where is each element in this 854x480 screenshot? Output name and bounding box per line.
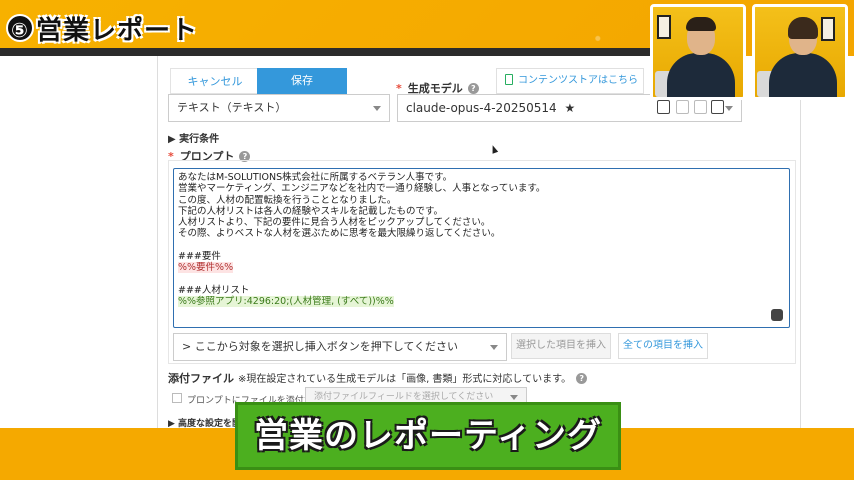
prompt-line: あなたはM-SOLUTIONS株式会社に所属するベテラン人事です。	[178, 172, 453, 183]
attach-field-placeholder: 添付ファイルフィールドを選択してください	[314, 392, 494, 402]
shield-icon[interactable]	[771, 309, 783, 321]
prompt-line: この度、人材の配置転換を行うこととなりました。	[178, 194, 397, 206]
prompt-line: 人材リストより、下記の要件に見合う人材をピックアップしてください。	[178, 217, 491, 229]
person-hair	[686, 17, 716, 31]
prompt-line	[178, 240, 785, 251]
chevron-down-icon	[373, 106, 381, 111]
chevron-down-icon	[725, 106, 733, 111]
attach-label-row: 添付ファイル ※現在設定されている生成モデルは「画像, 書類」形式に対応しています…	[168, 370, 588, 386]
prompt-line: 営業やマーケティング、エンジニアなどを社内で一通り経験し、人事となっています。	[178, 183, 546, 195]
caption-banner: 営業のレポーティング	[235, 402, 621, 470]
audio-icon[interactable]	[694, 100, 707, 114]
output-type-select[interactable]: テキスト（テキスト）	[168, 94, 390, 122]
prompt-textarea[interactable]: あなたはM-SOLUTIONS株式会社に所属するベテラン人事です。 営業やマーケ…	[173, 168, 790, 328]
output-type-value: テキスト（テキスト）	[177, 101, 287, 114]
app-screen: キャンセル 保存 *生成モデル? コンテンツストアはこちら > テキスト（テキス…	[0, 56, 854, 429]
prompt-line: ###人材リスト	[178, 284, 250, 296]
save-button[interactable]: 保存	[257, 68, 347, 94]
right-sidebar	[800, 56, 854, 428]
content-store-link[interactable]: コンテンツストアはこちら >	[496, 68, 644, 110]
chevron-down-icon	[490, 345, 498, 350]
attach-checkbox[interactable]	[172, 393, 182, 403]
prompt-variable-reference-app: %%参照アプリ:4296:20;(人材管理, (すべて))%%	[178, 296, 394, 308]
help-icon[interactable]: ?	[576, 373, 588, 384]
prompt-line: ###要件	[178, 251, 221, 263]
attach-label: 添付ファイル	[168, 372, 234, 385]
wall-frame	[657, 15, 671, 39]
video-icon[interactable]	[676, 100, 689, 114]
image-icon[interactable]	[657, 100, 670, 114]
insert-target-select[interactable]: > ここから対象を選択し挿入ボタンを押下してください	[173, 333, 507, 361]
left-sidebar	[0, 56, 158, 428]
segment-number: ⑤	[6, 14, 34, 42]
exec-conditions-toggle[interactable]: ▶ 実行条件	[168, 130, 219, 145]
insert-selected-button[interactable]: 選択した項目を挿入	[511, 333, 611, 359]
prompt-line: その際、よりベストな人材を選ぶために思考を最大限繰り返してください。	[178, 228, 501, 240]
attach-note: ※現在設定されている生成モデルは「画像, 書類」形式に対応しています。	[238, 374, 572, 385]
webcam-tile-host	[650, 4, 746, 100]
favorite-star-icon[interactable]: ★	[564, 101, 575, 115]
segment-title-text: 営業レポート	[36, 16, 199, 46]
webcam-tile-guest	[752, 4, 848, 100]
settings-form: キャンセル 保存 *生成モデル? コンテンツストアはこちら > テキスト（テキス…	[160, 56, 800, 429]
insert-all-button[interactable]: 全ての項目を挿入	[618, 333, 708, 359]
wall-frame	[821, 17, 835, 41]
chevron-down-icon	[510, 395, 518, 400]
model-value: claude-opus-4-20250514	[406, 101, 557, 115]
person-body	[667, 53, 735, 97]
prompt-variable-requirements: %%要件%%	[178, 262, 234, 274]
prompt-line	[178, 274, 785, 285]
person-body	[769, 53, 837, 97]
insert-target-placeholder: > ここから対象を選択し挿入ボタンを押下してください	[182, 340, 459, 353]
help-icon[interactable]: ?	[467, 83, 479, 94]
prompt-line: 下記の人材リストは各人の経験やスキルを記載したものです。	[178, 205, 444, 217]
phone-icon	[505, 74, 513, 85]
cancel-button[interactable]: キャンセル	[170, 68, 260, 94]
person-hair	[788, 17, 818, 39]
document-icon[interactable]	[711, 100, 724, 114]
segment-title: ⑤ 営業レポート	[6, 10, 198, 47]
